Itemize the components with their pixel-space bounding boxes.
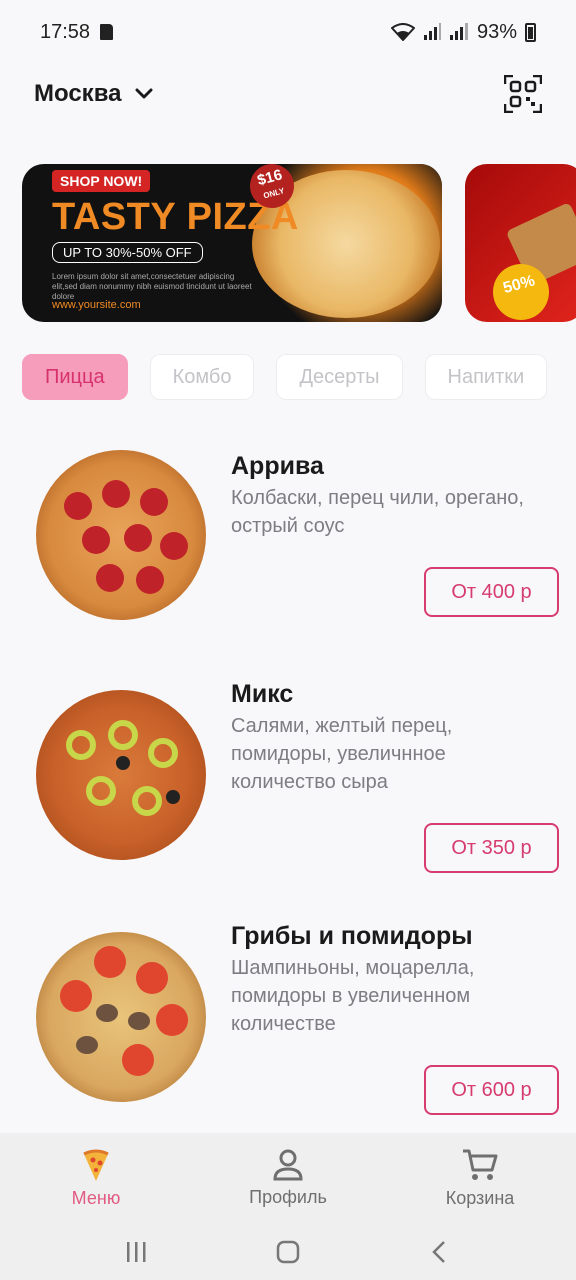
product-card[interactable]: Микс Салями, желтый перец, помидоры, уве… [0,668,576,878]
pepper-topping [66,730,96,760]
recent-apps-icon[interactable] [124,1240,148,1264]
cart-icon [463,1149,498,1180]
pepperoni-topping [140,488,168,516]
status-time: 17:58 [40,20,91,43]
signal-roaming-icon [449,23,468,40]
mushroom-topping [76,1036,98,1054]
price-button[interactable]: От 350 р [424,823,559,873]
city-label: Москва [34,80,122,107]
product-image-arriva [36,450,206,620]
signal-icon [423,23,441,40]
product-title: Аррива [231,452,324,480]
chevron-down-icon [135,88,153,99]
pepperoni-topping [96,564,124,592]
pepper-topping [132,786,162,816]
pepperoni-topping [124,524,152,552]
tomato-topping [60,980,92,1012]
nav-profile[interactable]: Профиль [192,1133,384,1223]
product-image-mushroom-tomato [36,932,206,1102]
category-combo[interactable]: Комбо [149,354,255,400]
category-drinks[interactable]: Напитки [424,354,548,400]
pepperoni-topping [136,566,164,594]
product-card[interactable]: Аррива Колбаски, перец чили, орегано, ос… [0,440,576,640]
pepper-topping [108,720,138,750]
status-right: 93% [390,20,536,44]
product-description: Шампиньоны, моцарелла, помидоры в увелич… [231,957,475,1035]
pepperoni-topping [64,492,92,520]
city-selector[interactable]: Москва [34,80,153,108]
product-title: Микс [231,680,294,708]
tomato-topping [94,946,126,978]
bottom-nav: Меню Профиль Корзина [0,1133,576,1223]
tomato-topping [136,962,168,994]
promo-banner[interactable]: SHOP NOW! TASTY PIZZA UP TO 30%-50% OFF … [22,164,442,322]
pizza-icon [83,1149,109,1181]
price-button[interactable]: От 400 р [424,567,559,617]
olive-topping [166,790,180,804]
sd-card-icon [100,24,114,40]
category-tabs: Пицца Комбо Десерты Напитки [22,354,576,400]
product-card[interactable]: Грибы и помидоры Шампиньоны, моцарелла, … [0,912,576,1122]
status-bar: 17:58 93% [0,0,576,64]
nav-profile-label: Профиль [249,1186,327,1207]
product-description: Салями, желтый перец, помидоры, увеличнн… [231,715,453,793]
nav-menu[interactable]: Меню [0,1133,192,1223]
pepper-topping [86,776,116,806]
home-icon[interactable] [276,1240,300,1264]
price-button[interactable]: От 600 р [424,1065,559,1115]
promo-banner-second[interactable]: 50% [465,164,576,322]
qr-scan-icon[interactable] [504,75,542,113]
olive-topping [116,756,130,770]
product-image-mix [36,690,206,860]
pepper-topping [148,738,178,768]
product-description: Колбаски, перец чили, орегано, острый со… [231,487,524,537]
battery-percent: 93% [476,20,517,43]
system-nav-bar [0,1223,576,1280]
product-title: Грибы и помидоры [231,922,473,950]
category-pizza[interactable]: Пицца [22,354,128,400]
pepperoni-topping [82,526,110,554]
battery-icon [525,22,536,42]
mushroom-topping [128,1012,150,1030]
banner-body-text: Lorem ipsum dolor sit amet,consectetuer … [52,272,252,301]
nav-cart-label: Корзина [445,1187,515,1208]
tomato-topping [122,1044,154,1076]
banner-site: www.yoursite.com [52,299,141,311]
pepperoni-topping [160,532,188,560]
status-left: 17:58 [40,20,114,44]
shop-now-label: SHOP NOW! [52,170,151,192]
promo-carousel[interactable]: SHOP NOW! TASTY PIZZA UP TO 30%-50% OFF … [22,164,576,322]
tomato-topping [156,1004,188,1036]
person-icon [273,1149,303,1180]
pepperoni-topping [102,480,130,508]
banner-offer: UP TO 30%-50% OFF [52,242,203,263]
category-desserts[interactable]: Десерты [276,354,403,400]
header: Москва [0,64,576,124]
nav-cart[interactable]: Корзина [384,1133,576,1223]
nav-menu-label: Меню [71,1187,121,1208]
mushroom-topping [96,1004,118,1022]
back-icon[interactable] [428,1240,452,1264]
wifi-icon [390,23,415,41]
